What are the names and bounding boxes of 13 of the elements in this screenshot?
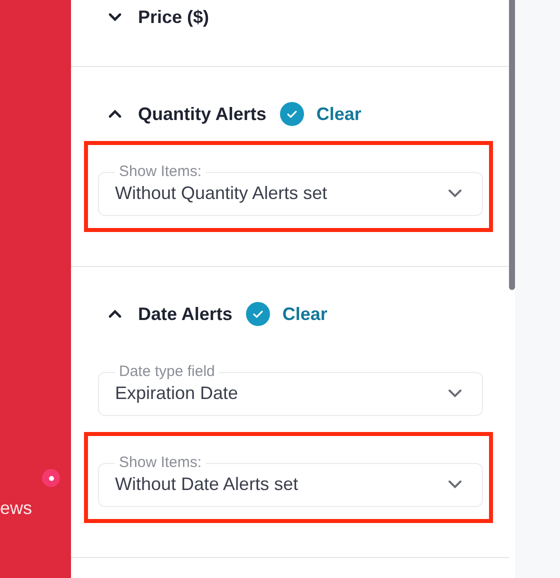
clear-link[interactable]: Clear xyxy=(282,304,328,324)
clear-link[interactable]: Clear xyxy=(316,104,362,124)
section-title: Date Alerts xyxy=(138,304,232,324)
chevron-down-icon xyxy=(448,188,462,198)
chevron-down-icon xyxy=(448,388,462,398)
dropdown-field[interactable]: Date type field Expiration Date xyxy=(98,363,483,416)
section-title: Price ($) xyxy=(138,6,210,28)
dropdown-field[interactable]: Show Items: Without Quantity Alerts set xyxy=(98,163,483,216)
dropdown-field[interactable]: Show Items: Without Date Alerts set xyxy=(98,454,483,507)
section-title: Quantity Alerts xyxy=(138,104,266,124)
scrollbar-thumb[interactable] xyxy=(509,0,515,290)
chevron-down-icon xyxy=(448,480,462,488)
sidebar-label[interactable]: ews xyxy=(0,497,32,519)
